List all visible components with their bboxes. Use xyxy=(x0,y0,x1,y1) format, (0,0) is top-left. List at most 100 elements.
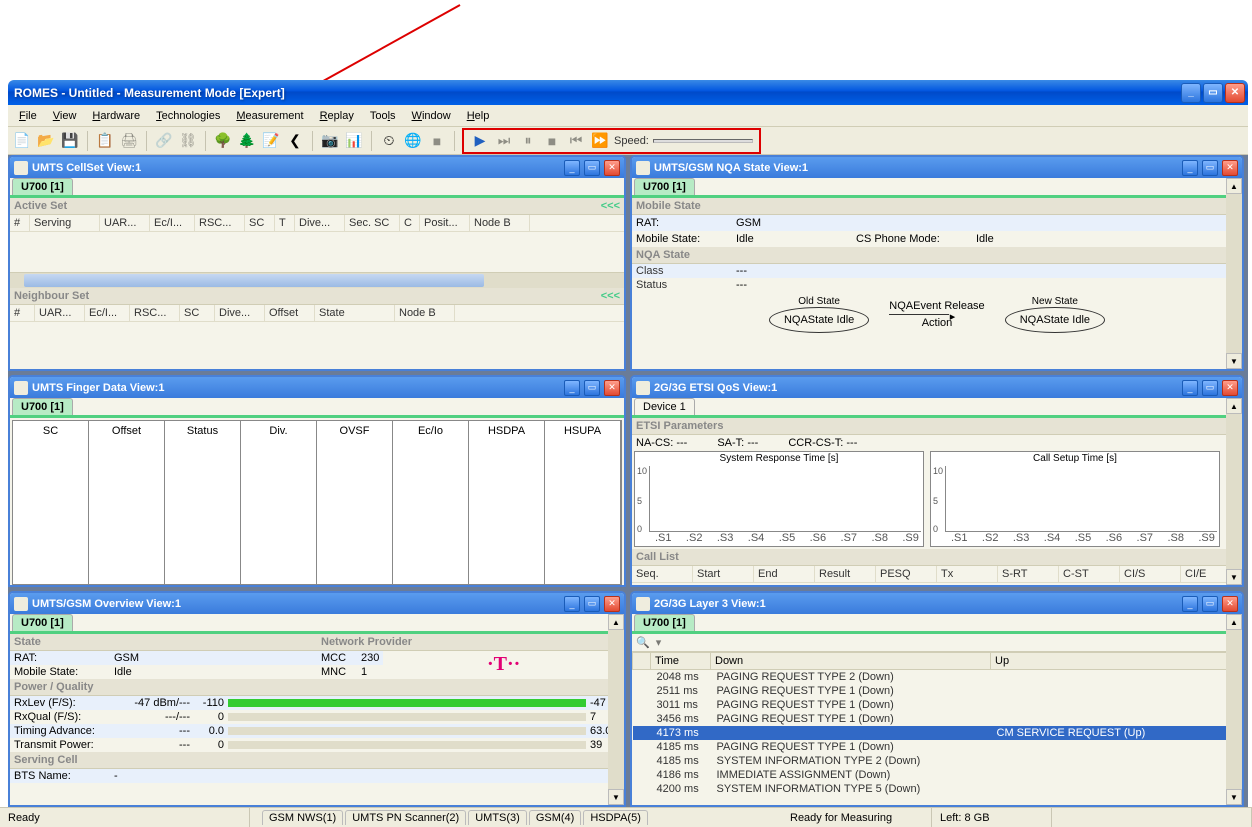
column-header[interactable]: Offset xyxy=(89,421,165,584)
col-time[interactable]: Time xyxy=(651,653,711,670)
tab-u700[interactable]: U700 [1] xyxy=(634,178,695,195)
prev-icon[interactable]: ⏮ xyxy=(566,131,586,151)
minimize-button[interactable]: _ xyxy=(564,596,580,612)
column-header[interactable]: SC xyxy=(245,215,275,231)
scroll-up-icon[interactable]: ▲ xyxy=(1226,178,1242,194)
column-header[interactable]: # xyxy=(10,305,35,321)
close-button[interactable]: ✕ xyxy=(604,380,620,396)
column-header[interactable]: SC xyxy=(180,305,215,321)
unlink-icon[interactable]: ⛓ xyxy=(178,131,198,151)
close-button[interactable]: ✕ xyxy=(604,160,620,176)
scroll-up-icon[interactable]: ▲ xyxy=(1226,614,1242,630)
status-tab[interactable]: UMTS PN Scanner(2) xyxy=(345,810,466,825)
column-header[interactable]: Seq. xyxy=(632,566,693,582)
tab-u700[interactable]: U700 [1] xyxy=(12,614,73,631)
menu-window[interactable]: Window xyxy=(405,108,458,124)
col-down[interactable]: Down xyxy=(711,653,991,670)
tab-u700[interactable]: U700 [1] xyxy=(12,398,73,415)
status-tab[interactable]: GSM NWS(1) xyxy=(262,810,343,825)
column-header[interactable]: Status xyxy=(165,421,241,584)
col-up[interactable]: Up xyxy=(991,653,1242,670)
collapse-button[interactable]: <<< xyxy=(601,290,620,302)
menu-replay[interactable]: Replay xyxy=(313,108,361,124)
gauge-icon[interactable]: ⏲ xyxy=(379,131,399,151)
open-icon[interactable]: 📂 xyxy=(36,131,56,151)
maximize-button[interactable]: ▭ xyxy=(584,160,600,176)
maximize-button[interactable]: ▭ xyxy=(1202,380,1218,396)
scroll-up-icon[interactable]: ▲ xyxy=(608,614,624,630)
column-header[interactable]: # xyxy=(10,215,30,231)
column-header[interactable]: S-RT xyxy=(998,566,1059,582)
column-header[interactable]: Node B xyxy=(470,215,530,231)
column-header[interactable]: UAR... xyxy=(100,215,150,231)
tab-device1[interactable]: Device 1 xyxy=(634,398,695,415)
column-header[interactable]: OVSF xyxy=(317,421,393,584)
table-row[interactable]: 4200 msSYSTEM INFORMATION TYPE 5 (Down) xyxy=(633,782,1242,796)
column-header[interactable]: Sec. SC xyxy=(345,215,400,231)
column-header[interactable]: HSDPA xyxy=(469,421,545,584)
h-scrollbar[interactable] xyxy=(10,272,624,288)
column-header[interactable]: HSUPA xyxy=(545,421,621,584)
globe-icon[interactable]: 🌐 xyxy=(403,131,423,151)
table-row[interactable]: 2511 msPAGING REQUEST TYPE 1 (Down) xyxy=(633,684,1242,698)
tab-u700[interactable]: U700 [1] xyxy=(12,178,73,195)
maximize-button[interactable]: ▭ xyxy=(584,596,600,612)
column-header[interactable]: RSC... xyxy=(195,215,245,231)
table-row[interactable]: 4173 msCM SERVICE REQUEST (Up) xyxy=(633,726,1242,740)
close-button[interactable]: ✕ xyxy=(1222,380,1238,396)
col-icon[interactable] xyxy=(633,653,651,670)
column-header[interactable]: RSC... xyxy=(130,305,180,321)
maximize-button[interactable]: ▭ xyxy=(1202,160,1218,176)
column-header[interactable]: State xyxy=(315,305,395,321)
v-scrollbar[interactable]: ▲ ▼ xyxy=(1226,614,1242,805)
minimize-button[interactable]: _ xyxy=(1182,596,1198,612)
column-header[interactable]: Serving xyxy=(30,215,100,231)
print-icon[interactable]: 🖨 xyxy=(119,131,139,151)
speed-slider[interactable] xyxy=(653,139,753,143)
column-header[interactable]: Ec/I... xyxy=(150,215,195,231)
table-row[interactable]: 4186 msIMMEDIATE ASSIGNMENT (Down) xyxy=(633,768,1242,782)
menu-view[interactable]: View xyxy=(46,108,84,124)
menu-measurement[interactable]: Measurement xyxy=(229,108,310,124)
menu-technologies[interactable]: Technologies xyxy=(149,108,227,124)
play-icon[interactable]: ▶ xyxy=(470,131,490,151)
close-button[interactable]: ✕ xyxy=(604,596,620,612)
status-tab[interactable]: HSDPA(5) xyxy=(583,810,648,825)
status-tab[interactable]: GSM(4) xyxy=(529,810,582,825)
close-button[interactable]: ✕ xyxy=(1225,83,1245,103)
column-header[interactable]: C-ST xyxy=(1059,566,1120,582)
column-header[interactable]: Offset xyxy=(265,305,315,321)
close-button[interactable]: ✕ xyxy=(1222,160,1238,176)
minimize-button[interactable]: _ xyxy=(564,380,580,396)
copy-icon[interactable]: 📋 xyxy=(95,131,115,151)
column-header[interactable]: Result xyxy=(815,566,876,582)
table-row[interactable]: 4185 msSYSTEM INFORMATION TYPE 2 (Down) xyxy=(633,754,1242,768)
menu-file[interactable]: File xyxy=(12,108,44,124)
link-icon[interactable]: 🔗 xyxy=(154,131,174,151)
scroll-down-icon[interactable]: ▼ xyxy=(608,789,624,805)
pause-icon[interactable]: ⏸ xyxy=(518,131,538,151)
column-header[interactable]: UAR... xyxy=(35,305,85,321)
tree1-icon[interactable]: 🌳 xyxy=(213,131,233,151)
column-header[interactable]: Dive... xyxy=(295,215,345,231)
camera-icon[interactable]: 📷 xyxy=(320,131,340,151)
scroll-down-icon[interactable]: ▼ xyxy=(1226,789,1242,805)
v-scrollbar[interactable]: ▲ ▼ xyxy=(608,614,624,805)
v-scrollbar[interactable]: ▲ ▼ xyxy=(1226,178,1242,369)
tree2-icon[interactable]: 🌲 xyxy=(237,131,257,151)
column-header[interactable]: T xyxy=(275,215,295,231)
column-header[interactable]: Div. xyxy=(241,421,317,584)
column-header[interactable]: End xyxy=(754,566,815,582)
column-header[interactable]: CI/S xyxy=(1120,566,1181,582)
scroll-down-icon[interactable]: ▼ xyxy=(1226,569,1242,585)
stop2-icon[interactable]: ■ xyxy=(542,131,562,151)
column-header[interactable]: Start xyxy=(693,566,754,582)
chart-icon[interactable]: 📊 xyxy=(344,131,364,151)
stop-icon[interactable]: ■ xyxy=(427,131,447,151)
column-header[interactable]: Tx xyxy=(937,566,998,582)
scroll-up-icon[interactable]: ▲ xyxy=(1226,398,1242,414)
close-button[interactable]: ✕ xyxy=(1222,596,1238,612)
maximize-button[interactable]: ▭ xyxy=(1203,83,1223,103)
save-icon[interactable]: 💾 xyxy=(60,131,80,151)
menu-hardware[interactable]: Hardware xyxy=(85,108,147,124)
